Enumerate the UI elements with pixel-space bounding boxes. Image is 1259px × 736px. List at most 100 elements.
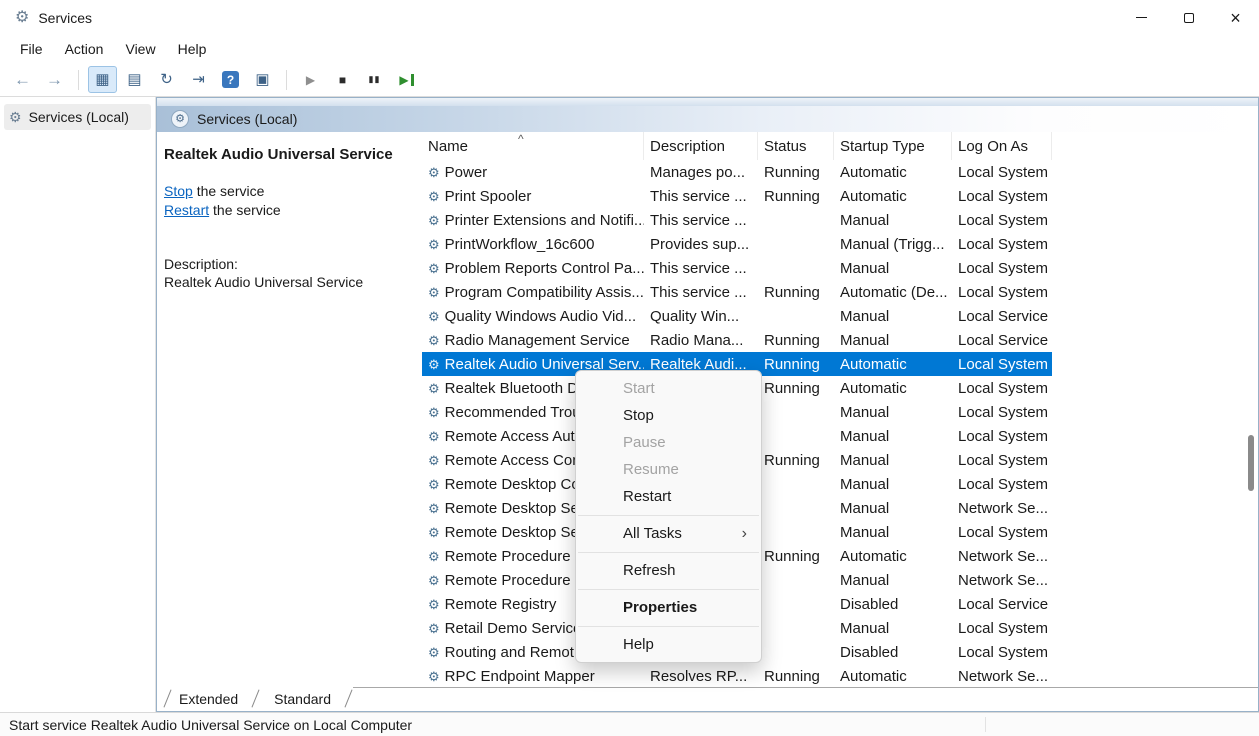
service-log-on-as: Local System (952, 256, 1052, 280)
help-button[interactable]: ? (216, 66, 245, 93)
service-name: Retail Demo Service (445, 620, 582, 637)
menu-item-stop[interactable]: Stop (576, 402, 761, 429)
vertical-scrollbar[interactable] (1245, 132, 1258, 687)
service-status (758, 400, 834, 424)
service-name: Realtek Bluetooth De (445, 380, 587, 397)
tree-item-services-local[interactable]: ⚙ Services (Local) (4, 104, 151, 130)
service-startup-type: Manual (834, 328, 952, 352)
service-detail-pane: Realtek Audio Universal Service Stop the… (157, 132, 422, 687)
service-row[interactable]: ⚙Printer Extensions and Notifi... This s… (422, 208, 1052, 232)
menubar-item-help[interactable]: Help (167, 37, 218, 61)
refresh-button[interactable]: ↻ (152, 66, 181, 93)
forward-button[interactable]: → (40, 66, 69, 93)
restart-service-link[interactable]: Restart (164, 202, 209, 218)
restart-link-suffix: the service (209, 202, 281, 218)
menu-separator[interactable] (576, 584, 761, 594)
service-startup-type: Automatic (834, 160, 952, 184)
close-icon: × (1230, 9, 1241, 27)
toolbar-separator[interactable] (78, 70, 79, 90)
service-row[interactable]: ⚙Program Compatibility Assis... This ser… (422, 280, 1052, 304)
service-name: Remote Access Auto (445, 428, 583, 445)
service-row[interactable]: ⚙Quality Windows Audio Vid... Quality Wi… (422, 304, 1052, 328)
stop-link-suffix: the service (193, 183, 265, 199)
service-status: Running (758, 280, 834, 304)
service-startup-type: Manual (834, 304, 952, 328)
toolbar-icon: ▶ (399, 74, 413, 86)
service-description: This service ... (644, 208, 758, 232)
menu-item-refresh[interactable]: Refresh (576, 557, 761, 584)
service-action-links: Stop the service Restart the service (164, 182, 416, 220)
restart-service-button[interactable]: ▶ (392, 66, 421, 93)
service-status (758, 232, 834, 256)
column-header-startup-type[interactable]: Startup Type (834, 132, 952, 160)
service-log-on-as: Local System (952, 160, 1052, 184)
toolbar-icon: ← (14, 71, 31, 88)
tab-standard[interactable]: Standard (260, 687, 353, 710)
service-log-on-as: Local System (952, 472, 1052, 496)
column-header-status[interactable]: Status (758, 132, 834, 160)
services-table: ^ Name Description Status (422, 132, 1258, 687)
service-description: Radio Mana... (644, 328, 758, 352)
stop-service-link[interactable]: Stop (164, 183, 193, 199)
menu-item-properties[interactable]: Properties (576, 594, 761, 621)
service-log-on-as: Local Service (952, 328, 1052, 352)
minimize-button[interactable] (1118, 0, 1165, 35)
service-name: Program Compatibility Assis... (445, 284, 644, 301)
menu-separator[interactable] (576, 621, 761, 631)
column-header-name[interactable]: ^ Name (422, 132, 644, 160)
service-status (758, 208, 834, 232)
menubar-item-action[interactable]: Action (54, 37, 115, 61)
service-name: PrintWorkflow_16c600 (445, 236, 595, 253)
column-header-log-on-as[interactable]: Log On As (952, 132, 1052, 160)
toolbar-icon: → (46, 71, 63, 88)
window-controls: × (1118, 0, 1259, 35)
toolbar-separator[interactable] (286, 70, 287, 90)
service-status: Running (758, 160, 834, 184)
export-list-button[interactable]: ⇥ (184, 66, 213, 93)
menubar-item-file[interactable]: File (9, 37, 54, 61)
service-status: Running (758, 184, 834, 208)
menu-item-resume[interactable]: Resume (576, 456, 761, 483)
stop-service-button[interactable]: ■ (328, 66, 357, 93)
menu-item-pause[interactable]: Pause (576, 429, 761, 456)
service-row[interactable]: ⚙Power Manages po... Running Automatic L… (422, 160, 1052, 184)
menubar-item-view[interactable]: View (114, 37, 166, 61)
menu-item-start[interactable]: Start (576, 375, 761, 402)
service-status (758, 472, 834, 496)
menu-item-all-tasks[interactable]: All Tasks › (576, 520, 761, 547)
start-service-button[interactable]: ▶ (296, 66, 325, 93)
column-header-description[interactable]: Description (644, 132, 758, 160)
pause-service-button[interactable]: ▮▮ (360, 66, 389, 93)
service-row[interactable]: ⚙Print Spooler This service ... Running … (422, 184, 1052, 208)
service-row[interactable]: ⚙RPC Endpoint Mapper Resolves RP... Runn… (422, 664, 1052, 687)
description-text: Realtek Audio Universal Service (164, 274, 416, 290)
service-status (758, 424, 834, 448)
menu-separator[interactable] (576, 510, 761, 520)
service-name: Remote Desktop Co (445, 476, 580, 493)
menu-item-help[interactable]: Help (576, 631, 761, 658)
service-row[interactable]: ⚙PrintWorkflow_16c600 Provides sup... Ma… (422, 232, 1052, 256)
service-row[interactable]: ⚙Radio Management Service Radio Mana... … (422, 328, 1052, 352)
service-description: Quality Win... (644, 304, 758, 328)
service-gear-icon: ⚙ (428, 166, 440, 179)
menu-item-restart[interactable]: Restart (576, 483, 761, 510)
service-name: Remote Registry (445, 596, 557, 613)
statusbar-divider (985, 717, 986, 732)
service-name: Recommended Trou (445, 404, 581, 421)
service-log-on-as: Local System (952, 448, 1052, 472)
properties-window-button[interactable]: ▤ (120, 66, 149, 93)
back-button[interactable]: ← (8, 66, 37, 93)
tree-item-label: Services (Local) (29, 109, 129, 125)
show-action-pane-button[interactable]: ▣ (248, 66, 277, 93)
service-row[interactable]: ⚙Problem Reports Control Pa... This serv… (422, 256, 1052, 280)
close-button[interactable]: × (1212, 0, 1259, 35)
service-status: Running (758, 664, 834, 687)
service-name: Remote Desktop Se (445, 524, 579, 541)
table-header-row: ^ Name Description Status (422, 132, 1258, 160)
tab-extended[interactable]: Extended (165, 687, 260, 710)
service-gear-icon: ⚙ (428, 334, 440, 347)
show-hide-tree-button[interactable]: ▦ (88, 66, 117, 93)
menu-separator[interactable] (576, 547, 761, 557)
scrollbar-thumb[interactable] (1248, 435, 1254, 491)
maximize-button[interactable] (1165, 0, 1212, 35)
